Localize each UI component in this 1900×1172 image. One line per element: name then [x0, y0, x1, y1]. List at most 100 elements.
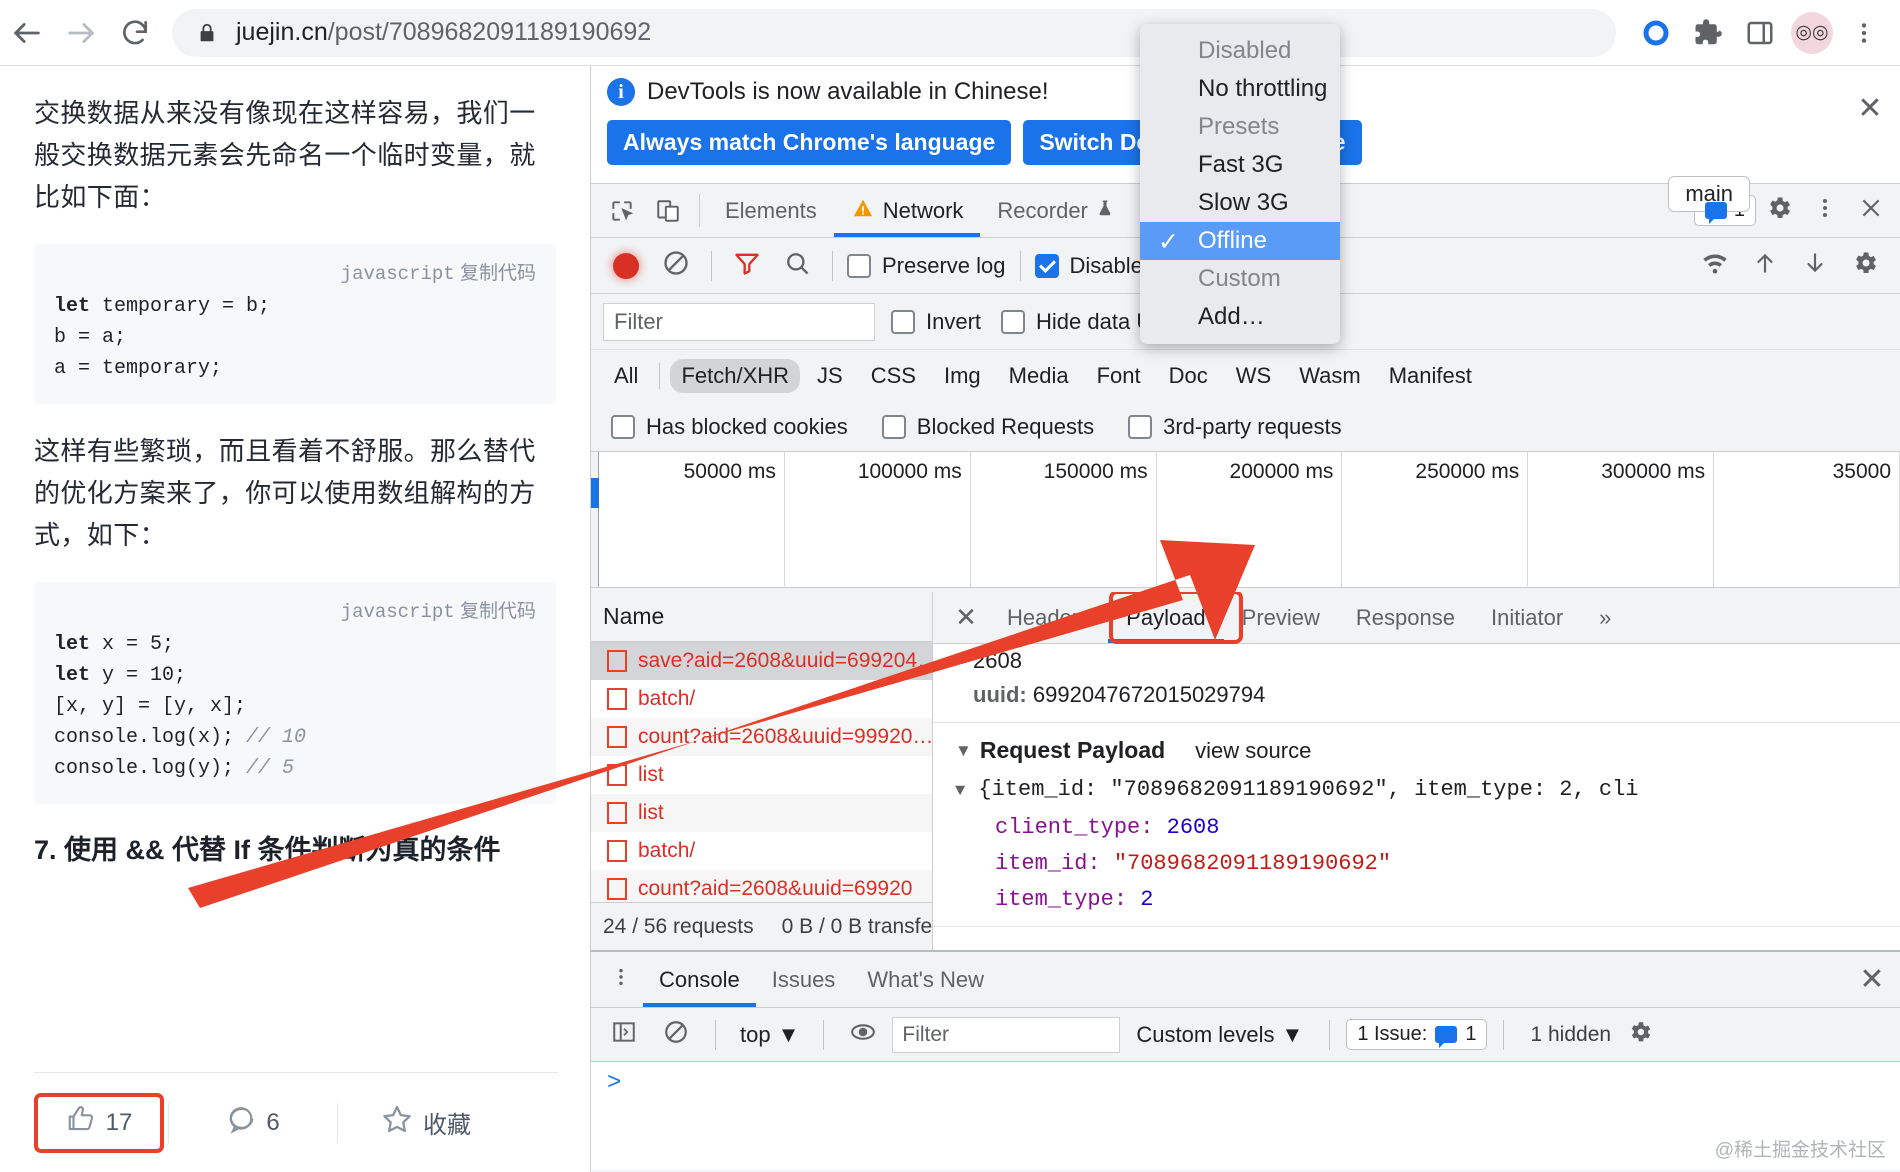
type-filter-css[interactable]: CSS	[860, 359, 927, 393]
toggle-filter-button[interactable]	[722, 241, 772, 291]
json-root-line[interactable]: ▼ {item_id: "7089682091189190692", item_…	[933, 772, 1900, 810]
detail-tabs-overflow-button[interactable]: »	[1581, 592, 1629, 643]
request-name: list	[638, 763, 664, 786]
type-filter-media[interactable]: Media	[998, 359, 1080, 393]
warning-triangle-icon	[851, 197, 875, 225]
network-conditions-button[interactable]	[1690, 241, 1740, 291]
table-row[interactable]: count?aid=2608&uuid=99920…	[591, 718, 932, 756]
banner-close-button[interactable]: ✕	[1854, 92, 1886, 125]
drawer-tab-console[interactable]: Console	[643, 952, 756, 1007]
forward-button[interactable]	[54, 6, 108, 60]
device-toolbar-icon[interactable]	[645, 184, 691, 237]
search-button[interactable]	[772, 241, 822, 291]
always-match-language-button[interactable]: Always match Chrome's language	[607, 120, 1012, 165]
drawer-more-button[interactable]	[599, 952, 643, 1007]
blocked-requests-checkbox[interactable]: Blocked Requests	[878, 414, 1098, 440]
type-filter-wasm[interactable]: Wasm	[1288, 359, 1372, 393]
console-levels-label: Custom levels	[1136, 1021, 1275, 1047]
console-filter-input[interactable]: Filter	[892, 1016, 1121, 1053]
has-blocked-cookies-checkbox[interactable]: Has blocked cookies	[607, 414, 852, 440]
type-filter-ws[interactable]: WS	[1225, 359, 1282, 393]
console-sidebar-toggle[interactable]	[601, 1012, 647, 1058]
table-row[interactable]: save?aid=2608&uuid=699204…	[591, 642, 932, 680]
console-levels-selector[interactable]: Custom levels ▼	[1126, 1022, 1313, 1048]
tab-response[interactable]: Response	[1338, 592, 1473, 643]
tab-initiator[interactable]: Initiator	[1473, 592, 1581, 643]
view-source-link[interactable]: view source	[1195, 738, 1311, 764]
table-row[interactable]: list	[591, 794, 932, 832]
menu-item-slow-3g[interactable]: Slow 3G	[1140, 184, 1340, 222]
puzzle-icon[interactable]	[1682, 7, 1734, 59]
reload-button[interactable]	[108, 6, 162, 60]
network-filter-input[interactable]: Filter	[603, 302, 875, 341]
menu-item-offline[interactable]: Offline	[1140, 222, 1340, 260]
json-key: client_type:	[995, 815, 1154, 840]
json-value: 2	[1140, 887, 1154, 912]
devtools-settings-button[interactable]	[1756, 194, 1802, 228]
tab-payload[interactable]: Payload	[1108, 592, 1224, 643]
detail-close-button[interactable]: ✕	[943, 592, 989, 643]
network-timeline-overview[interactable]: 50000 ms 100000 ms 150000 ms 200000 ms 2…	[591, 452, 1900, 588]
table-row[interactable]: list	[591, 756, 932, 794]
code-language-label: javascript	[340, 601, 455, 623]
devtools-close-button[interactable]	[1848, 195, 1894, 227]
tab-recorder[interactable]: Recorder	[980, 184, 1130, 237]
type-filter-manifest[interactable]: Manifest	[1378, 359, 1483, 393]
record-button[interactable]	[601, 241, 651, 291]
back-button[interactable]	[0, 6, 54, 60]
type-filter-doc[interactable]: Doc	[1158, 359, 1219, 393]
console-context-selector[interactable]: top ▼	[732, 1022, 807, 1048]
tab-elements[interactable]: Elements	[708, 184, 834, 237]
request-payload-section-header[interactable]: ▼ Request Payload view source	[933, 723, 1900, 772]
drawer-close-button[interactable]: ✕	[1844, 952, 1900, 1007]
preserve-log-checkbox[interactable]: Preserve log	[843, 253, 1010, 279]
table-row[interactable]: batch/	[591, 680, 932, 718]
import-har-button[interactable]	[1740, 241, 1790, 291]
copy-code-button[interactable]: 复制代码	[460, 263, 536, 284]
chevron-down-icon: ▼	[777, 1021, 800, 1047]
devtools-more-button[interactable]	[1802, 196, 1848, 226]
devtools-active-icon[interactable]	[1630, 7, 1682, 59]
console-issues-badge[interactable]: 1 Issue: 1	[1346, 1019, 1488, 1050]
like-button[interactable]: 17	[34, 1092, 164, 1153]
table-row[interactable]: count?aid=2608&uuid=69920	[591, 870, 932, 902]
copy-code-button[interactable]: 复制代码	[460, 601, 536, 622]
timeline-tick: 35000	[1714, 452, 1900, 587]
menu-item-fast-3g[interactable]: Fast 3G	[1140, 146, 1340, 184]
console-output-area[interactable]: >	[591, 1062, 1900, 1170]
request-list-header[interactable]: Name	[591, 592, 932, 642]
avatar[interactable]: ◎◎	[1786, 7, 1838, 59]
invert-checkbox[interactable]: Invert	[887, 309, 985, 335]
article-section-title: 7. 使用 && 代替 If 条件判断为真的条件	[34, 835, 501, 865]
console-settings-button[interactable]	[1617, 1012, 1663, 1058]
drawer-tab-issues[interactable]: Issues	[756, 952, 852, 1007]
inspect-element-icon[interactable]	[599, 184, 645, 237]
drawer-tabbar: Console Issues What's New ✕	[591, 952, 1900, 1008]
menu-item-no-throttling[interactable]: No throttling	[1140, 70, 1340, 108]
console-clear-button[interactable]	[653, 1012, 699, 1058]
third-party-requests-checkbox[interactable]: 3rd-party requests	[1124, 414, 1346, 440]
favorite-button[interactable]: 收藏	[338, 1093, 514, 1153]
json-row: client_type: 2608	[933, 810, 1900, 846]
comment-button[interactable]: 6	[169, 1093, 337, 1153]
side-panel-icon[interactable]	[1734, 7, 1786, 59]
type-filter-js[interactable]: JS	[806, 359, 854, 393]
article-action-bar: 17 6 收藏	[34, 1072, 558, 1172]
tab-network[interactable]: Network	[833, 184, 981, 237]
clear-requests-button[interactable]	[651, 241, 701, 291]
table-row[interactable]: batch/	[591, 832, 932, 870]
live-expression-button[interactable]	[840, 1012, 886, 1058]
three-dot-menu-icon[interactable]	[1838, 7, 1890, 59]
menu-item-add[interactable]: Add…	[1140, 298, 1340, 336]
type-filter-all[interactable]: All	[603, 359, 649, 393]
address-bar[interactable]: juejin.cn/post/7089682091189190692	[172, 8, 1616, 57]
tab-headers[interactable]: Headers	[989, 592, 1108, 643]
type-filter-font[interactable]: Font	[1086, 359, 1152, 393]
type-filter-img[interactable]: Img	[933, 359, 992, 393]
triangle-down-icon: ▼	[955, 782, 966, 801]
tab-preview[interactable]: Preview	[1224, 592, 1338, 643]
type-filter-fetch-xhr[interactable]: Fetch/XHR	[670, 359, 801, 393]
drawer-tab-whats-new[interactable]: What's New	[851, 952, 1000, 1007]
export-har-button[interactable]	[1790, 241, 1840, 291]
network-settings-button[interactable]	[1840, 241, 1890, 291]
